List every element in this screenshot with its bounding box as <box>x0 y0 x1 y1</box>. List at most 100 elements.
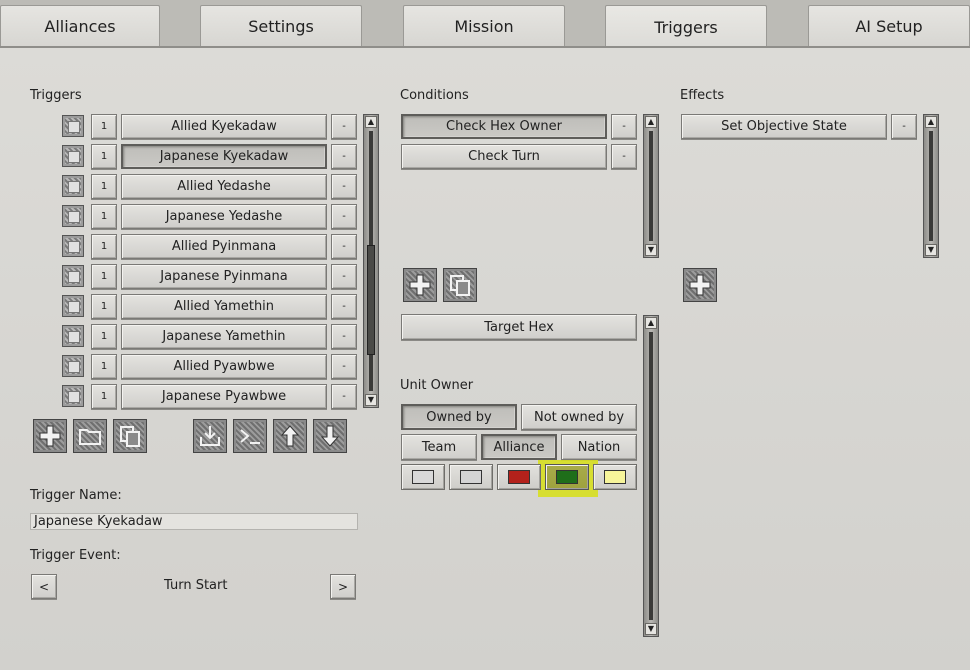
remove-trigger-button[interactable]: - <box>331 384 357 409</box>
trigger-event-label: Trigger Event: <box>30 548 121 563</box>
scroll-up-arrow[interactable]: ▲ <box>365 116 377 128</box>
event-next-button[interactable]: > <box>330 574 356 599</box>
remove-trigger-button[interactable]: - <box>331 324 357 349</box>
condition-detail-scrollbar[interactable]: ▲ ▼ <box>643 315 659 637</box>
remove-trigger-button[interactable]: - <box>331 294 357 319</box>
trigger-enabled-checkbox[interactable] <box>62 235 84 257</box>
console-icon <box>240 429 260 444</box>
tab-settings[interactable]: Settings <box>200 5 362 46</box>
owned-by-button[interactable]: Owned by <box>401 404 517 430</box>
tab-ai-setup[interactable]: AI Setup <box>808 5 970 46</box>
remove-trigger-button[interactable]: - <box>331 204 357 229</box>
remove-trigger-button[interactable]: - <box>331 174 357 199</box>
folder-icon <box>79 429 101 445</box>
tab-mission[interactable]: Mission <box>403 5 565 46</box>
trigger-row-4[interactable]: Allied Pyinmana <box>121 234 327 259</box>
trigger-enabled-checkbox[interactable] <box>62 115 84 137</box>
trigger-enabled-checkbox[interactable] <box>62 295 84 317</box>
color-swatch-2[interactable] <box>497 464 541 490</box>
trigger-event-value: Turn Start <box>164 578 228 593</box>
effect-row-0[interactable]: Set Objective State <box>681 114 887 139</box>
trigger-enabled-checkbox[interactable] <box>62 145 84 167</box>
target-hex-button[interactable]: Target Hex <box>401 314 637 340</box>
team-button[interactable]: Team <box>401 434 477 460</box>
trigger-count: 1 <box>91 114 117 139</box>
trigger-enabled-checkbox[interactable] <box>62 175 84 197</box>
copy-condition-button[interactable] <box>443 268 477 302</box>
scroll-up-arrow[interactable]: ▲ <box>645 317 657 329</box>
trigger-count: 1 <box>91 204 117 229</box>
scroll-up-arrow[interactable]: ▲ <box>645 116 657 128</box>
trigger-row-6[interactable]: Allied Yamethin <box>121 294 327 319</box>
trigger-enabled-checkbox[interactable] <box>62 355 84 377</box>
trigger-row-7[interactable]: Japanese Yamethin <box>121 324 327 349</box>
trigger-row-0[interactable]: Allied Kyekadaw <box>121 114 327 139</box>
trigger-count: 1 <box>91 294 117 319</box>
trigger-enabled-checkbox[interactable] <box>62 385 84 407</box>
trigger-enabled-checkbox[interactable] <box>62 325 84 347</box>
trigger-count: 1 <box>91 174 117 199</box>
trigger-enabled-checkbox[interactable] <box>62 205 84 227</box>
remove-trigger-button[interactable]: - <box>331 234 357 259</box>
move-down-button[interactable] <box>313 419 347 453</box>
alliance-button[interactable]: Alliance <box>481 434 557 460</box>
scroll-track <box>649 332 653 620</box>
condition-row-0[interactable]: Check Hex Owner <box>401 114 607 139</box>
import-icon <box>200 426 220 446</box>
trigger-enabled-checkbox[interactable] <box>62 265 84 287</box>
tab-label: Mission <box>454 16 514 36</box>
color-swatch-1[interactable] <box>449 464 493 490</box>
console-button[interactable] <box>233 419 267 453</box>
copy-icon <box>120 426 140 447</box>
tab-triggers[interactable]: Triggers <box>605 5 767 48</box>
add-condition-button[interactable] <box>403 268 437 302</box>
trigger-count: 1 <box>91 144 117 169</box>
event-prev-button[interactable]: < <box>31 574 57 599</box>
conditions-section-label: Conditions <box>400 88 469 103</box>
copy-trigger-button[interactable] <box>113 419 147 453</box>
trigger-row-2[interactable]: Allied Yedashe <box>121 174 327 199</box>
move-up-button[interactable] <box>273 419 307 453</box>
add-trigger-button[interactable] <box>33 419 67 453</box>
color-swatch-4[interactable] <box>593 464 637 490</box>
import-button[interactable] <box>193 419 227 453</box>
effects-scrollbar[interactable]: ▲ ▼ <box>923 114 939 258</box>
trigger-name-input[interactable]: Japanese Kyekadaw <box>30 513 358 530</box>
scroll-thumb[interactable] <box>367 245 375 355</box>
scroll-down-arrow[interactable]: ▼ <box>925 244 937 256</box>
scroll-down-arrow[interactable]: ▼ <box>645 623 657 635</box>
triggers-scrollbar[interactable]: ▲ ▼ <box>363 114 379 408</box>
trigger-row-8[interactable]: Allied Pyawbwe <box>121 354 327 379</box>
remove-trigger-button[interactable]: - <box>331 114 357 139</box>
remove-trigger-button[interactable]: - <box>331 354 357 379</box>
remove-condition-button[interactable]: - <box>611 144 637 169</box>
conditions-scrollbar[interactable]: ▲ ▼ <box>643 114 659 258</box>
remove-effect-button[interactable]: - <box>891 114 917 139</box>
nation-button[interactable]: Nation <box>561 434 637 460</box>
trigger-row-9[interactable]: Japanese Pyawbwe <box>121 384 327 409</box>
scroll-up-arrow[interactable]: ▲ <box>925 116 937 128</box>
trigger-name-label: Trigger Name: <box>30 488 122 503</box>
color-swatch-3[interactable] <box>545 464 589 490</box>
condition-row-1[interactable]: Check Turn <box>401 144 607 169</box>
color-chip <box>412 470 434 484</box>
trigger-row-5[interactable]: Japanese Pyinmana <box>121 264 327 289</box>
trigger-count: 1 <box>91 264 117 289</box>
tab-alliances[interactable]: Alliances <box>0 5 160 46</box>
trigger-count: 1 <box>91 324 117 349</box>
add-effect-button[interactable] <box>683 268 717 302</box>
tab-label: Settings <box>248 16 314 36</box>
arrow-down-icon <box>320 425 340 447</box>
folder-button[interactable] <box>73 419 107 453</box>
remove-trigger-button[interactable]: - <box>331 144 357 169</box>
not-owned-by-button[interactable]: Not owned by <box>521 404 637 430</box>
arrow-up-icon <box>280 425 300 447</box>
remove-condition-button[interactable]: - <box>611 114 637 139</box>
triggers-section-label: Triggers <box>30 88 82 103</box>
trigger-row-1[interactable]: Japanese Kyekadaw <box>121 144 327 169</box>
color-swatch-0[interactable] <box>401 464 445 490</box>
scroll-down-arrow[interactable]: ▼ <box>645 244 657 256</box>
scroll-down-arrow[interactable]: ▼ <box>365 394 377 406</box>
trigger-row-3[interactable]: Japanese Yedashe <box>121 204 327 229</box>
remove-trigger-button[interactable]: - <box>331 264 357 289</box>
